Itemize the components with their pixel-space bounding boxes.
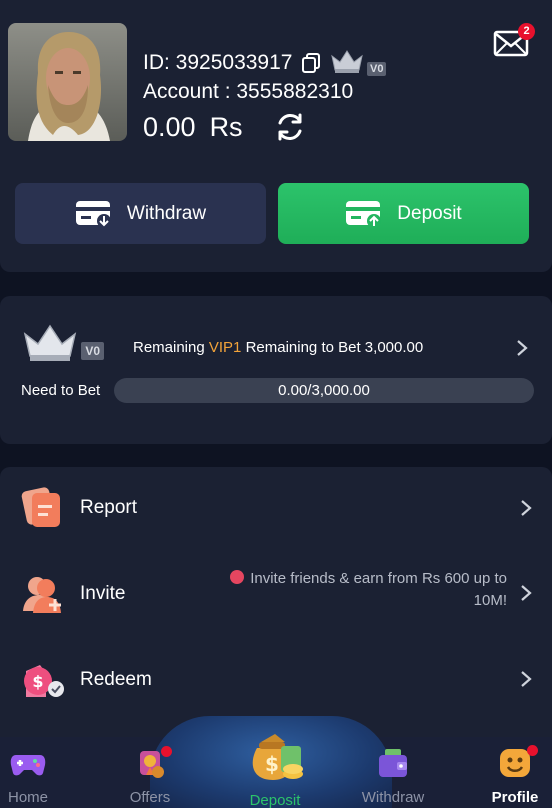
card-deposit-icon: [346, 200, 382, 228]
chevron-right-icon[interactable]: [519, 498, 533, 518]
invite-note: Invite friends & earn from Rs 600 up to …: [215, 568, 507, 612]
crown-icon: [331, 50, 364, 73]
withdraw-label: Withdraw: [126, 202, 207, 224]
redeem-label: Redeem: [80, 669, 152, 690]
refresh-icon[interactable]: [273, 110, 307, 144]
nav-offers-label: Offers: [129, 789, 171, 806]
deposit-label: Deposit: [397, 202, 462, 224]
withdraw-button[interactable]: Withdraw: [15, 183, 266, 244]
remaining-prefix: Remaining: [133, 339, 209, 356]
nav-deposit[interactable]: $ Deposit: [230, 728, 320, 808]
chevron-right-icon[interactable]: [519, 583, 533, 603]
invite-dot-icon: [230, 570, 245, 584]
deposit-button[interactable]: Deposit: [278, 183, 529, 244]
vip-level-tag: V0: [367, 62, 387, 76]
chevron-right-icon[interactable]: [519, 669, 533, 689]
nav-profile-label: Profile: [491, 789, 539, 806]
invite-icon: [23, 577, 61, 613]
nav-deposit-label: Deposit: [249, 792, 301, 808]
nav-offers[interactable]: Offers: [105, 745, 195, 808]
invite-note-text: Invite friends & earn from Rs 600 up to …: [250, 570, 507, 609]
user-id-row: ID: 3925033917 V0: [143, 48, 387, 78]
report-label: Report: [80, 497, 138, 518]
crown-icon: [23, 324, 77, 361]
bet-progress-text: 0.00/3,000.00: [278, 382, 370, 399]
profile-notification-dot: [527, 745, 538, 756]
avatar[interactable]: [8, 23, 127, 141]
wallet-icon: [379, 749, 407, 777]
currency-label: Rs: [209, 111, 243, 142]
money-bag-icon: $: [252, 734, 303, 780]
vip-badge[interactable]: V0: [330, 48, 387, 78]
vip-crown: V0: [22, 322, 104, 364]
bet-progress-bar: 0.00/3,000.00: [114, 378, 534, 403]
account-number: Account : 3555882310: [143, 80, 354, 103]
nav-withdraw-label: Withdraw: [361, 789, 425, 806]
menu-item-report[interactable]: Report: [20, 483, 540, 533]
remaining-suffix: Remaining to Bet 3,000.00: [241, 339, 424, 356]
vip-remaining-text: Remaining VIP1 Remaining to Bet 3,000.00: [133, 339, 423, 356]
copy-icon[interactable]: [300, 52, 322, 74]
next-vip-level: VIP1: [208, 339, 242, 356]
balance-row: 0.00 Rs: [143, 110, 307, 144]
chevron-right-icon[interactable]: [515, 338, 529, 358]
vip-level-display: V0: [22, 322, 104, 364]
vip-progress-card[interactable]: [0, 296, 552, 444]
user-id: ID: 3925033917: [143, 51, 293, 74]
svg-text:$: $: [32, 672, 43, 691]
invite-label: Invite: [80, 583, 126, 604]
menu-item-redeem[interactable]: $ Redeem: [20, 655, 540, 705]
gamepad-icon: [10, 755, 46, 776]
report-icon: [21, 487, 60, 527]
nav-withdraw[interactable]: Withdraw: [348, 745, 438, 808]
offers-notification-dot: [161, 746, 172, 757]
vip-level-tag: V0: [81, 342, 104, 360]
nav-home[interactable]: Home: [0, 745, 73, 808]
nav-home-label: Home: [7, 789, 48, 806]
svg-text:$: $: [265, 752, 279, 776]
need-to-bet-label: Need to Bet: [21, 382, 101, 399]
redeem-icon: $: [24, 665, 64, 697]
card-withdraw-icon: [75, 200, 111, 228]
balance-amount: 0.00: [143, 111, 196, 142]
mail-count-badge: 2: [518, 23, 535, 40]
nav-profile[interactable]: Profile: [470, 745, 552, 808]
